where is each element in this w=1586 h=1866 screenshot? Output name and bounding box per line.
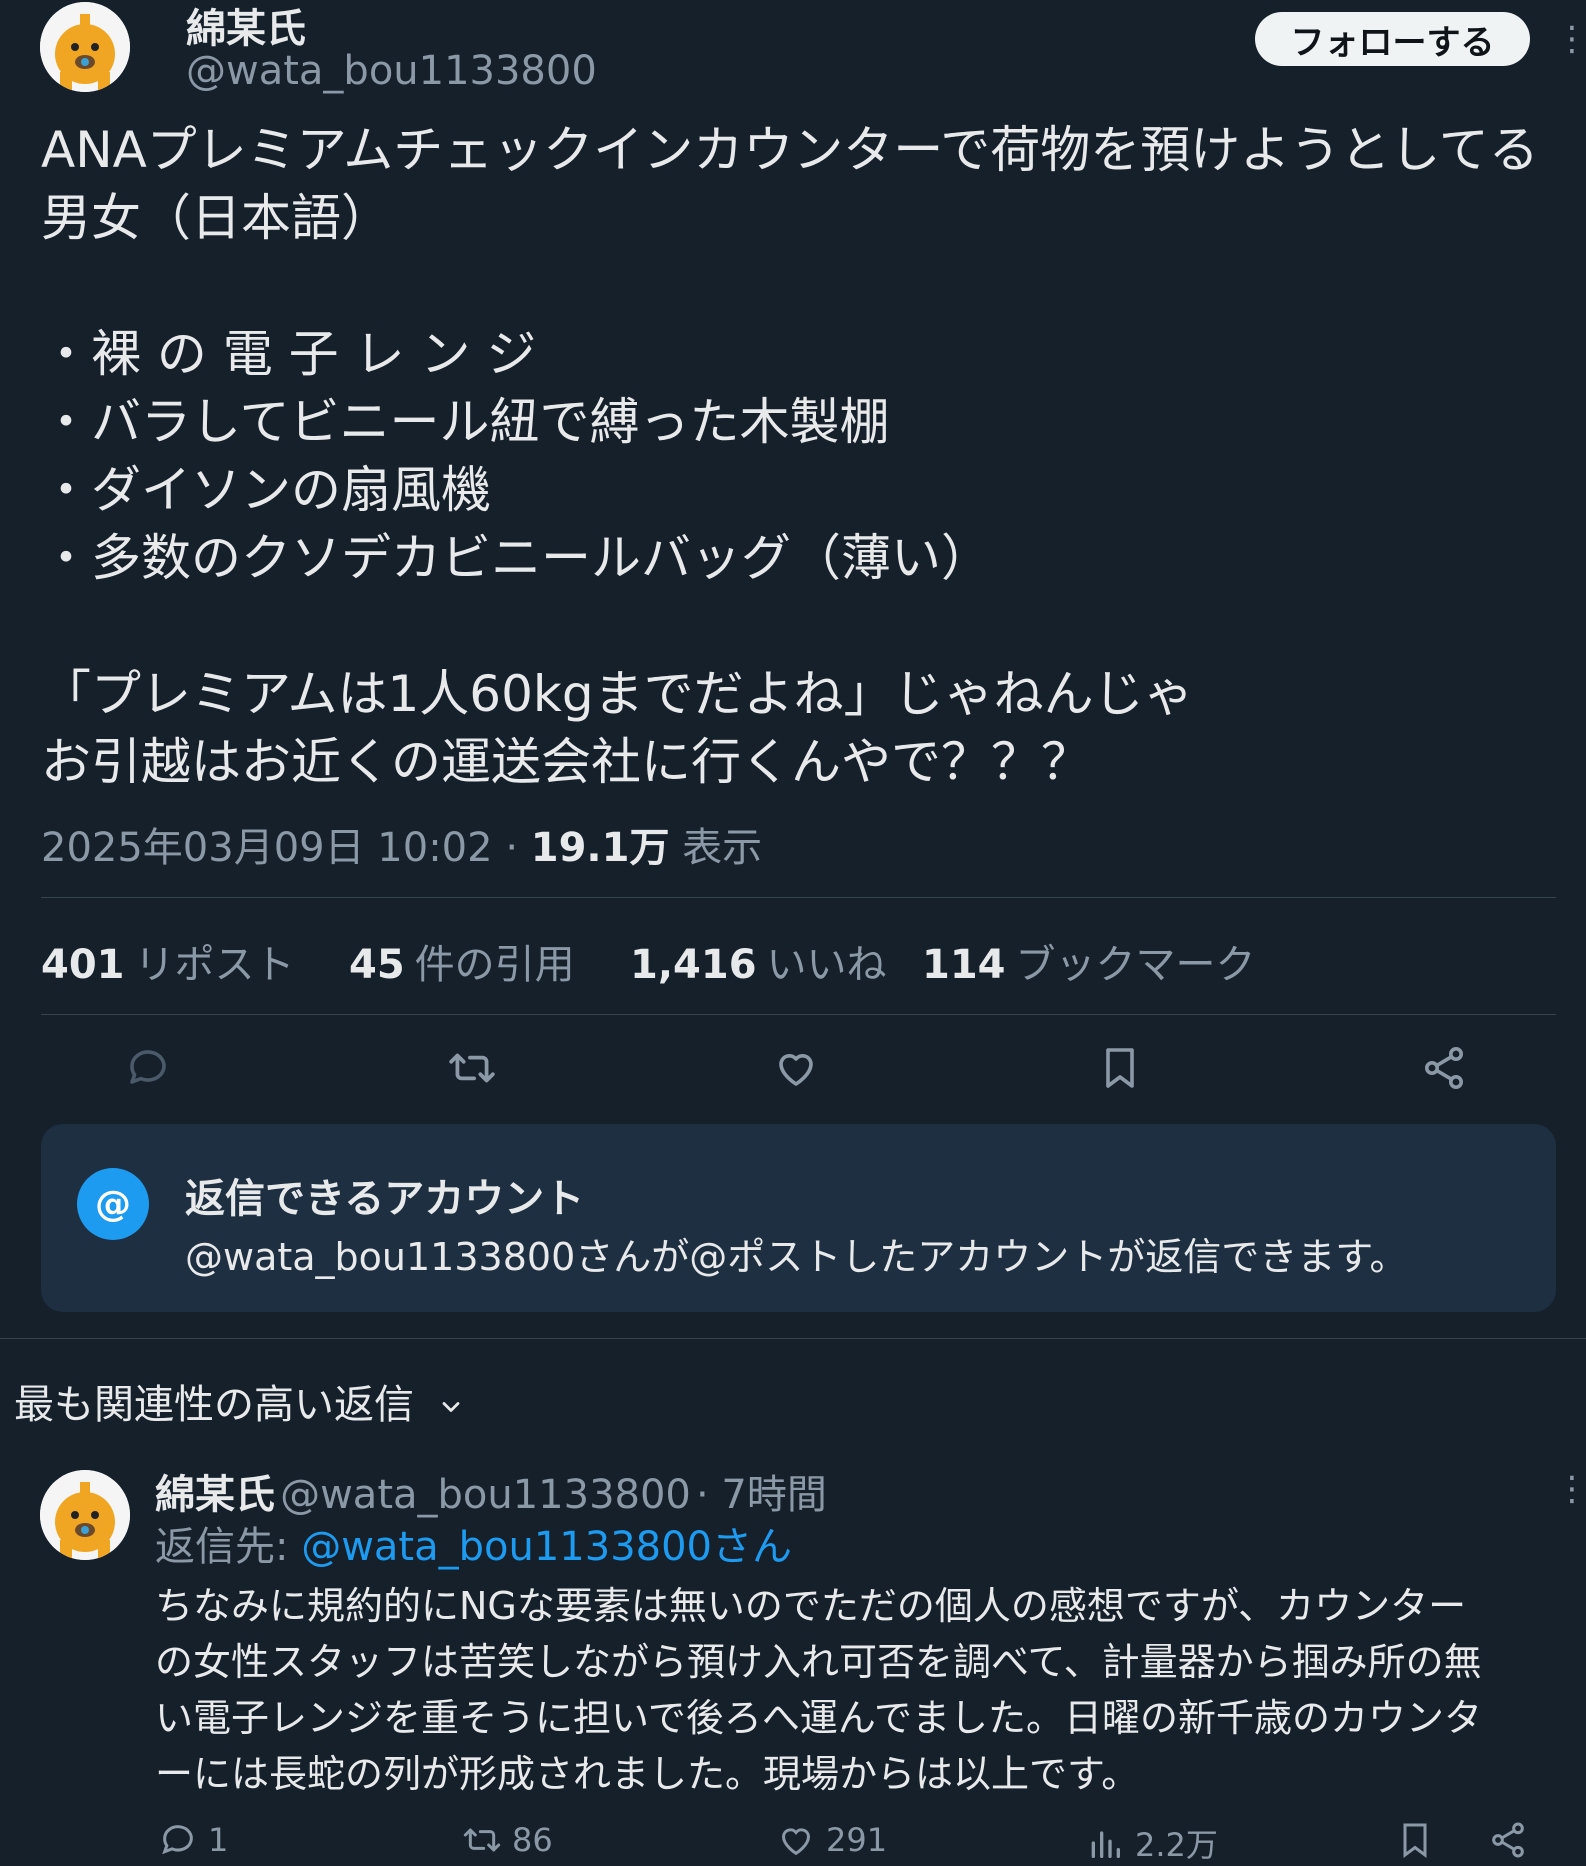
post-body-line: ・多数のクソデカビニールバッグ（薄い） xyxy=(41,529,991,587)
reply-body: ちなみに規約的にNGな要素は無いのでただの個人の感想ですが、カウンター の女性ス… xyxy=(155,1578,1482,1802)
reply-button[interactable] xyxy=(118,1038,178,1098)
reply-body-line: の女性スタッフは苦笑しながら預け入れ可否を調べて、計量器から掴み所の無 xyxy=(155,1640,1482,1684)
chevron-down-icon xyxy=(442,1402,460,1412)
like-button[interactable] xyxy=(766,1038,826,1098)
views-count: 2.2万 xyxy=(1135,1826,1218,1864)
views-label: 表示 xyxy=(682,825,763,871)
repost-icon xyxy=(449,1053,495,1083)
meta-separator: · xyxy=(505,825,531,871)
reply-views-button[interactable]: 2.2万 xyxy=(1085,1820,1218,1866)
reply-body-line: ちなみに規約的にNGな要素は無いのでただの個人の感想ですが、カウンター xyxy=(155,1584,1467,1628)
post-body-line: ANAプレミアムチェックインカウンターで荷物を預けようとしてる xyxy=(41,121,1539,179)
reply-body-line: い電子レンジを重そうに担いで後ろへ運んでました。日曜の新千歳のカウンタ xyxy=(155,1696,1482,1740)
stat-quotes[interactable]: 45 件の引用 xyxy=(349,932,575,990)
heart-icon xyxy=(779,1054,813,1086)
views-chart-icon xyxy=(1091,1831,1120,1858)
stat-label: ブックマーク xyxy=(1015,942,1256,988)
follow-button[interactable]: フォローする xyxy=(1255,12,1530,66)
post-meta: 2025年03月09日 10:02 · 19.1万 表示 xyxy=(41,815,762,873)
share-icon xyxy=(1425,1047,1463,1089)
divider xyxy=(0,1338,1586,1339)
reply-repost-button[interactable]: 86 xyxy=(462,1820,553,1860)
repost-button[interactable] xyxy=(442,1038,502,1098)
reply-more-options-icon[interactable]: ⋮ xyxy=(1555,1472,1586,1506)
reply-count: 1 xyxy=(208,1821,229,1859)
reply-bookmark-button[interactable] xyxy=(1395,1820,1435,1860)
stat-count: 114 xyxy=(922,942,1006,988)
stat-count: 401 xyxy=(41,942,125,988)
bookmark-icon xyxy=(1403,1823,1427,1858)
reply-body-line: ーには長蛇の列が形成されました。現場からは以上です。 xyxy=(155,1752,1140,1796)
reply-like-button[interactable]: 291 xyxy=(776,1820,887,1860)
reply-reply-button[interactable]: 1 xyxy=(158,1820,228,1860)
divider xyxy=(41,897,1556,898)
post-body-line: ・裸 の 電 子 レ ン ジ xyxy=(41,325,537,383)
post-body-line xyxy=(41,592,1539,660)
reply-time[interactable]: · 7時間 xyxy=(696,1472,827,1518)
post-body-line: 男女（日本語） xyxy=(41,189,391,247)
repost-icon xyxy=(463,1828,501,1852)
post-timestamp[interactable]: 2025年03月09日 10:02 xyxy=(41,825,493,871)
reply-to-handle-link[interactable]: @wata_bou1133800さん xyxy=(301,1524,792,1570)
stat-count: 45 xyxy=(349,942,405,988)
reply-to-prefix: 返信先: xyxy=(155,1524,289,1570)
stat-bookmarks[interactable]: 114 ブックマーク xyxy=(922,932,1256,990)
heart-icon xyxy=(781,1828,811,1856)
reply-share-button[interactable] xyxy=(1488,1820,1528,1860)
divider xyxy=(41,1014,1556,1015)
more-options-icon[interactable]: ⋮ xyxy=(1555,22,1586,56)
reply-author-handle[interactable]: @wata_bou1133800 xyxy=(280,1472,691,1518)
post-body-line xyxy=(41,252,1539,320)
reply-restriction-description: @wata_bou1133800さんが@ポストしたアカウントが返信できます。 xyxy=(185,1235,1408,1279)
share-button[interactable] xyxy=(1414,1038,1474,1098)
post-body-line: お引越はお近くの運送会社に行くんやで？？？ xyxy=(41,733,1091,791)
reply-to-line: 返信先: @wata_bou1133800さん xyxy=(155,1514,792,1572)
views-count[interactable]: 19.1万 xyxy=(531,825,670,871)
reply-header: 綿某氏 @wata_bou1133800 · 7時間 xyxy=(155,1462,827,1520)
post-body-line: ・ダイソンの扇風機 xyxy=(41,461,491,519)
stat-label: リポスト xyxy=(134,942,295,988)
repost-count: 86 xyxy=(512,1821,553,1859)
share-icon xyxy=(1492,1822,1524,1858)
reply-sort-dropdown[interactable]: 最も関連性の高い返信 xyxy=(14,1372,465,1430)
stat-likes[interactable]: 1,416 いいね xyxy=(630,932,887,990)
stat-label: 件の引用 xyxy=(414,942,575,988)
bookmark-icon xyxy=(1106,1048,1134,1088)
reply-restriction-box: @ 返信できるアカウント @wata_bou1133800さんが@ポストしたアカ… xyxy=(41,1124,1556,1312)
post-body-line: ・バラしてビニール紐で縛った木製棚 xyxy=(41,393,890,451)
reply-icon xyxy=(130,1050,166,1084)
bookmark-button[interactable] xyxy=(1090,1038,1150,1098)
reply-sort-label: 最も関連性の高い返信 xyxy=(14,1382,414,1428)
stat-count: 1,416 xyxy=(630,942,757,988)
author-handle[interactable]: @wata_bou1133800 xyxy=(186,48,597,94)
stat-reposts[interactable]: 401 リポスト xyxy=(41,932,295,990)
reply-author-avatar[interactable] xyxy=(40,1470,130,1560)
mascot-avatar-icon xyxy=(40,2,130,92)
at-sign-icon: @ xyxy=(77,1168,149,1240)
like-count: 291 xyxy=(826,1821,888,1859)
author-avatar[interactable] xyxy=(40,2,130,92)
author-name[interactable]: 綿某氏 xyxy=(186,0,306,54)
reply-restriction-title: 返信できるアカウント xyxy=(185,1176,585,1222)
post-body: ANAプレミアムチェックインカウンターで荷物を預けようとしてる 男女（日本語） … xyxy=(41,116,1539,796)
post-body-line: 「プレミアムは1人60kgまでだよね」じゃねんじゃ xyxy=(41,665,1194,723)
reply-icon xyxy=(162,1825,193,1855)
reply-author-name[interactable]: 綿某氏 xyxy=(155,1472,275,1518)
mascot-avatar-icon xyxy=(40,1470,130,1560)
stat-label: いいね xyxy=(766,942,887,988)
